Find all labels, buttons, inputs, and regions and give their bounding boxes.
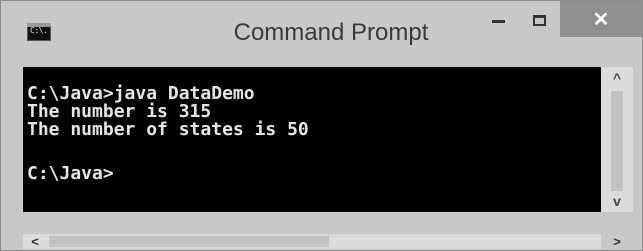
window-title: Command Prompt (233, 19, 429, 46)
horizontal-scroll-thumb[interactable] (49, 236, 329, 247)
maximize-button[interactable] (519, 1, 559, 39)
scroll-down-icon[interactable]: v (601, 190, 633, 212)
console-line: C:\Java> (27, 163, 114, 184)
scroll-right-icon[interactable]: > (607, 234, 627, 249)
console-output[interactable]: C:\Java>java DataDemo The number is 315 … (23, 67, 601, 212)
maximize-icon (532, 14, 546, 26)
vertical-scroll-thumb[interactable] (611, 91, 623, 191)
horizontal-scrollbar[interactable]: < > (23, 234, 621, 249)
command-prompt-window: C:\. Command Prompt ✕ C:\Java>java DataD… (0, 0, 643, 251)
vertical-scrollbar[interactable]: ^ v (601, 67, 633, 212)
close-icon: ✕ (592, 8, 610, 31)
close-button[interactable]: ✕ (560, 1, 642, 37)
minimize-icon (491, 19, 505, 23)
console-frame (23, 212, 633, 234)
title-bar[interactable]: C:\. Command Prompt ✕ (1, 1, 642, 67)
scroll-left-icon[interactable]: < (25, 234, 45, 249)
scroll-up-icon[interactable]: ^ (601, 67, 633, 89)
minimize-button[interactable] (481, 1, 515, 39)
console-line: The number of states is 50 (27, 119, 309, 140)
cmd-icon[interactable]: C:\. (27, 23, 51, 41)
